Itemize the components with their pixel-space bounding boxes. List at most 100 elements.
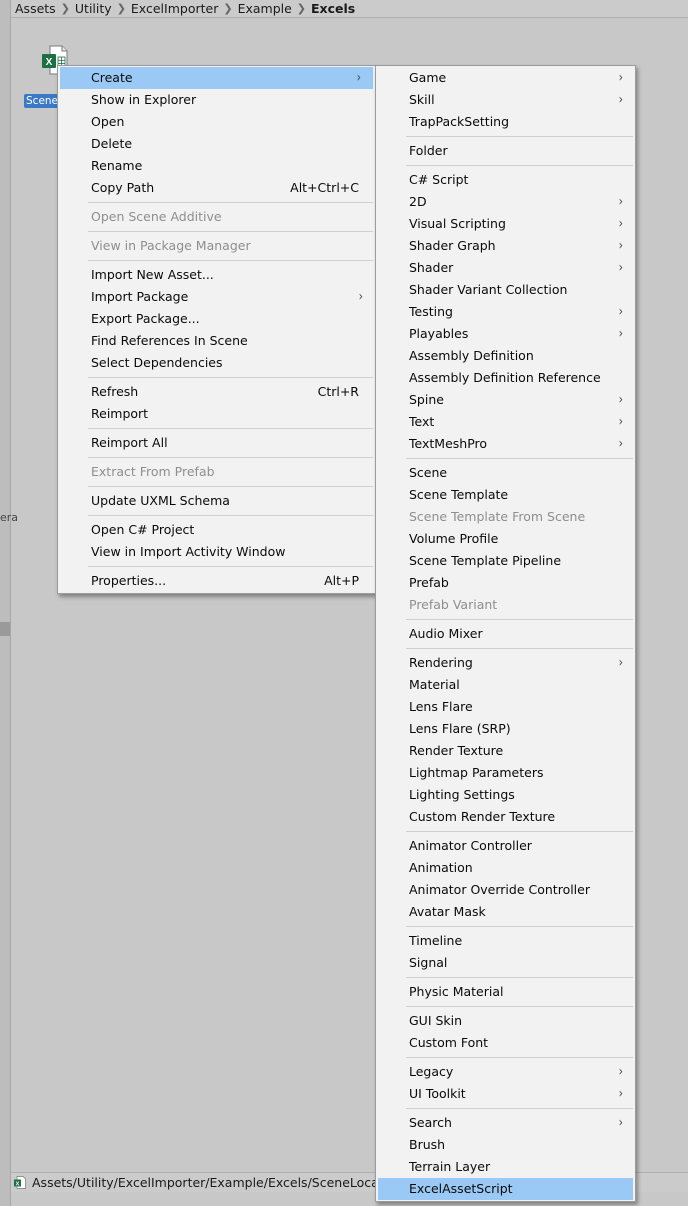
create-item-game[interactable]: Game › xyxy=(376,67,635,89)
menu-item-label: Open C# Project xyxy=(91,522,195,537)
create-item-assembly-definition-reference[interactable]: Assembly Definition Reference xyxy=(376,367,635,389)
submenu-arrow-icon: › xyxy=(618,654,623,671)
create-item-audio-mixer[interactable]: Audio Mixer xyxy=(376,623,635,645)
create-item-legacy[interactable]: Legacy › xyxy=(376,1061,635,1083)
create-item-lightmap-parameters[interactable]: Lightmap Parameters xyxy=(376,762,635,784)
menu-item-import-package[interactable]: Import Package › xyxy=(58,286,375,308)
menu-item-label: View in Package Manager xyxy=(91,238,251,253)
menu-item-label: ExcelAssetScript xyxy=(409,1181,513,1196)
create-item-shader-variant-collection[interactable]: Shader Variant Collection xyxy=(376,279,635,301)
breadcrumb-item-excelimporter[interactable]: ExcelImporter xyxy=(131,1,218,16)
create-item-animator-override-controller[interactable]: Animator Override Controller xyxy=(376,879,635,901)
create-item-ui-toolkit[interactable]: UI Toolkit › xyxy=(376,1083,635,1105)
create-item-trappacksetting[interactable]: TrapPackSetting xyxy=(376,111,635,133)
create-item-rendering[interactable]: Rendering › xyxy=(376,652,635,674)
context-menu: Create › Show in Explorer Open Delete Rename C… xyxy=(57,65,376,594)
menu-separator xyxy=(88,457,373,458)
menu-item-select-dependencies[interactable]: Select Dependencies xyxy=(58,352,375,374)
menu-item-create[interactable]: Create › xyxy=(60,67,373,89)
menu-item-label: Custom Render Texture xyxy=(409,809,556,824)
menu-item-label: Refresh xyxy=(91,384,139,399)
create-item-lens-flare[interactable]: Lens Flare xyxy=(376,696,635,718)
menu-item-label: Lens Flare xyxy=(409,699,473,714)
menu-item-shortcut: Alt+P xyxy=(324,573,359,588)
menu-item-view-in-import-activity-window[interactable]: View in Import Activity Window xyxy=(58,541,375,563)
create-item-gui-skin[interactable]: GUI Skin xyxy=(376,1010,635,1032)
menu-item-properties[interactable]: Properties... Alt+P xyxy=(58,570,375,592)
create-item-lens-flare-srp[interactable]: Lens Flare (SRP) xyxy=(376,718,635,740)
menu-item-label: Game xyxy=(409,70,447,85)
create-item-spine[interactable]: Spine › xyxy=(376,389,635,411)
create-item-custom-render-texture[interactable]: Custom Render Texture xyxy=(376,806,635,828)
breadcrumb-item-utility[interactable]: Utility xyxy=(75,1,112,16)
menu-item-label: Lens Flare (SRP) xyxy=(409,721,511,736)
create-item-animation[interactable]: Animation xyxy=(376,857,635,879)
menu-item-label: Legacy xyxy=(409,1064,454,1079)
asset-name-label[interactable]: Scene xyxy=(24,94,61,108)
menu-item-refresh[interactable]: Refresh Ctrl+R xyxy=(58,381,375,403)
submenu-arrow-icon: › xyxy=(618,325,623,342)
create-item-search[interactable]: Search › xyxy=(376,1112,635,1134)
menu-item-label: Scene Template From Scene xyxy=(409,509,586,524)
create-item-custom-font[interactable]: Custom Font xyxy=(376,1032,635,1054)
create-item-scene-template-pipeline[interactable]: Scene Template Pipeline xyxy=(376,550,635,572)
create-item-physic-material[interactable]: Physic Material xyxy=(376,981,635,1003)
menu-item-import-new-asset[interactable]: Import New Asset... xyxy=(58,264,375,286)
create-item-csharp-script[interactable]: C# Script xyxy=(376,169,635,191)
menu-item-copy-path[interactable]: Copy Path Alt+Ctrl+C xyxy=(58,177,375,199)
menu-item-label: TrapPackSetting xyxy=(409,114,510,129)
menu-item-open[interactable]: Open xyxy=(58,111,375,133)
menu-item-update-uxml-schema[interactable]: Update UXML Schema xyxy=(58,490,375,512)
breadcrumb-item-excels[interactable]: Excels xyxy=(311,1,355,16)
create-item-terrain-layer[interactable]: Terrain Layer xyxy=(376,1156,635,1178)
create-item-signal[interactable]: Signal xyxy=(376,952,635,974)
create-item-prefab[interactable]: Prefab xyxy=(376,572,635,594)
create-item-shader[interactable]: Shader › xyxy=(376,257,635,279)
create-item-visual-scripting[interactable]: Visual Scripting › xyxy=(376,213,635,235)
menu-item-label: Physic Material xyxy=(409,984,504,999)
menu-separator xyxy=(406,165,633,166)
menu-item-label: Spine xyxy=(409,392,444,407)
menu-item-label: 2D xyxy=(409,194,427,209)
menu-item-label: Custom Font xyxy=(409,1035,489,1050)
create-item-shader-graph[interactable]: Shader Graph › xyxy=(376,235,635,257)
create-item-assembly-definition[interactable]: Assembly Definition xyxy=(376,345,635,367)
menu-item-label: Brush xyxy=(409,1137,446,1152)
create-item-animator-controller[interactable]: Animator Controller xyxy=(376,835,635,857)
menu-item-delete[interactable]: Delete xyxy=(58,133,375,155)
create-item-text[interactable]: Text › xyxy=(376,411,635,433)
create-item-avatar-mask[interactable]: Avatar Mask xyxy=(376,901,635,923)
create-item-folder[interactable]: Folder xyxy=(376,140,635,162)
menu-item-reimport[interactable]: Reimport xyxy=(58,403,375,425)
create-item-textmeshpro[interactable]: TextMeshPro › xyxy=(376,433,635,455)
menu-item-label: Search xyxy=(409,1115,452,1130)
chevron-right-icon: ❯ xyxy=(223,2,233,15)
create-item-playables[interactable]: Playables › xyxy=(376,323,635,345)
create-item-timeline[interactable]: Timeline xyxy=(376,930,635,952)
create-item-testing[interactable]: Testing › xyxy=(376,301,635,323)
create-item-skill[interactable]: Skill › xyxy=(376,89,635,111)
menu-item-reimport-all[interactable]: Reimport All xyxy=(58,432,375,454)
create-item-render-texture[interactable]: Render Texture xyxy=(376,740,635,762)
left-panel-scroll-notch[interactable] xyxy=(0,622,10,636)
create-item-scene-template[interactable]: Scene Template xyxy=(376,484,635,506)
menu-item-open-csharp-project[interactable]: Open C# Project xyxy=(58,519,375,541)
menu-item-export-package[interactable]: Export Package... xyxy=(58,308,375,330)
menu-item-rename[interactable]: Rename xyxy=(58,155,375,177)
create-item-2d[interactable]: 2D › xyxy=(376,191,635,213)
menu-item-find-references-in-scene[interactable]: Find References In Scene xyxy=(58,330,375,352)
menu-separator xyxy=(406,648,633,649)
svg-text:X: X xyxy=(16,1181,20,1187)
menu-item-label: Shader xyxy=(409,260,454,275)
breadcrumb-item-example[interactable]: Example xyxy=(238,1,292,16)
create-item-volume-profile[interactable]: Volume Profile xyxy=(376,528,635,550)
create-item-scene[interactable]: Scene xyxy=(376,462,635,484)
menu-item-show-in-explorer[interactable]: Show in Explorer xyxy=(58,89,375,111)
create-item-brush[interactable]: Brush xyxy=(376,1134,635,1156)
menu-item-label: Assembly Definition xyxy=(409,348,534,363)
breadcrumb-item-assets[interactable]: Assets xyxy=(15,1,56,16)
menu-item-label: GUI Skin xyxy=(409,1013,463,1028)
create-item-excelassetscript[interactable]: ExcelAssetScript xyxy=(378,1178,633,1200)
create-item-material[interactable]: Material xyxy=(376,674,635,696)
create-item-lighting-settings[interactable]: Lighting Settings xyxy=(376,784,635,806)
